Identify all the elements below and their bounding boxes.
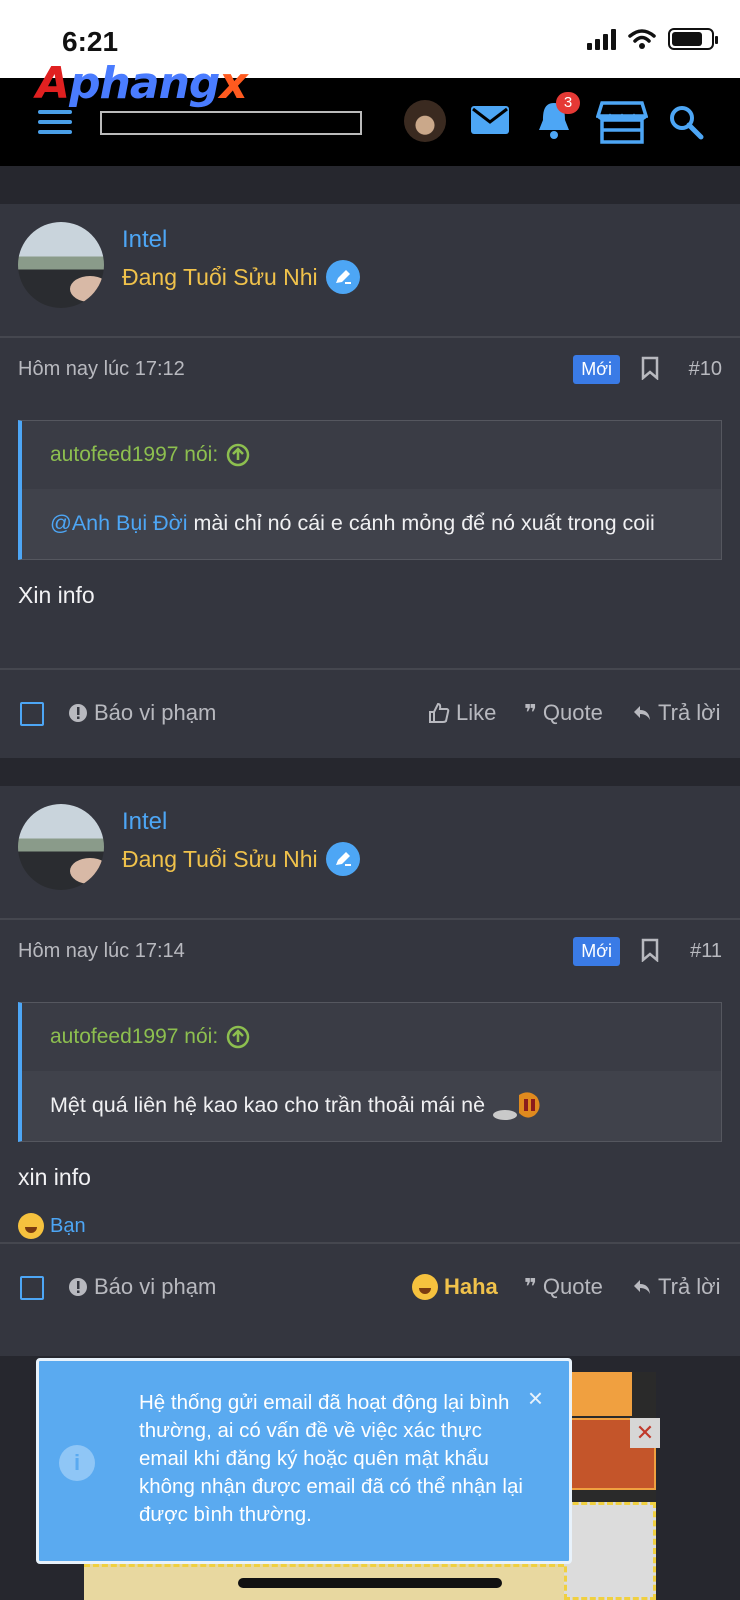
wifi-icon (628, 29, 656, 49)
reply-icon (634, 706, 650, 720)
reply-button[interactable]: Trả lời (632, 1274, 721, 1300)
quote-jump-icon[interactable] (226, 443, 250, 467)
report-label: Báo vi phạm (94, 700, 217, 725)
post-meta: Hôm nay lúc 17:14 Mới #11 (0, 920, 740, 984)
quote-header[interactable]: autofeed1997 nói: (22, 1003, 721, 1071)
haha-button[interactable]: Haha (412, 1274, 498, 1300)
thumbs-up-icon (429, 702, 450, 723)
info-icon: i (59, 1445, 95, 1481)
report-label: Báo vi phạm (94, 1274, 217, 1299)
bookmark-icon[interactable] (640, 356, 660, 380)
quote-icon: ❞ (524, 1274, 537, 1299)
quote-block: autofeed1997 nói: Mệt quá liên hệ kao ka… (18, 1002, 722, 1143)
mention-link[interactable]: @Anh Bụi Đời (50, 511, 188, 535)
search-icon[interactable] (668, 104, 704, 140)
user-title: Đang Tuổi Sửu Nhi (122, 260, 360, 294)
like-button[interactable]: Like (428, 700, 496, 726)
notification-badge: 3 (556, 92, 580, 114)
user-title: Đang Tuổi Sửu Nhi (122, 842, 360, 876)
reply-icon (634, 1280, 650, 1294)
user-avatar[interactable] (18, 804, 104, 890)
quote-text: Mệt quá liên hệ kao kao cho trần thoải m… (50, 1093, 486, 1117)
report-button[interactable]: Báo vi phạm (68, 700, 216, 726)
reply-label: Trả lời (658, 700, 721, 725)
search-input[interactable] (100, 111, 362, 135)
new-badge: Mới (573, 355, 620, 384)
post-number[interactable]: #11 (690, 940, 722, 963)
post-separator (0, 166, 740, 204)
post-header: Intel Đang Tuổi Sửu Nhi (0, 786, 740, 920)
menu-icon[interactable] (38, 110, 72, 134)
haha-emoji-icon (412, 1274, 438, 1300)
site-logo[interactable]: Aphangx (36, 58, 248, 109)
quote-author[interactable]: autofeed1997 nói: (50, 443, 218, 467)
verified-icon (325, 842, 360, 876)
quote-block: autofeed1997 nói: @Anh Bụi Đời mài chỉ n… (18, 420, 722, 560)
close-icon[interactable]: × (528, 1383, 543, 1414)
post-message: xin info (18, 1164, 91, 1191)
bookmark-icon[interactable] (640, 938, 660, 962)
select-checkbox[interactable] (20, 702, 44, 726)
reply-label: Trả lời (658, 1274, 721, 1299)
quote-author[interactable]: autofeed1997 nói: (50, 1025, 218, 1049)
post-actions: Báo vi phạm Haha ❞ Quote Trả lời (0, 1242, 740, 1330)
reply-button[interactable]: Trả lời (632, 700, 721, 726)
quote-body: @Anh Bụi Đời mài chỉ nó cái e cánh mỏng … (22, 489, 721, 559)
quote-jump-icon[interactable] (226, 1025, 250, 1049)
signal-icon (587, 28, 616, 50)
battery-icon (668, 28, 718, 50)
quote-text: mài chỉ nó cái e cánh mỏng để nó xuất tr… (187, 511, 655, 535)
like-label: Like (456, 700, 497, 725)
new-badge: Mới (573, 937, 620, 966)
username[interactable]: Intel (122, 808, 167, 836)
home-indicator (238, 1578, 502, 1588)
ad-graphic (568, 1372, 632, 1416)
store-icon[interactable] (596, 100, 648, 144)
user-title-text: Đang Tuổi Sửu Nhi (122, 845, 318, 872)
select-checkbox[interactable] (20, 1276, 44, 1300)
haha-emoji-icon (18, 1213, 44, 1240)
post-separator (0, 758, 740, 786)
status-time: 6:21 (62, 26, 119, 57)
post-header: Intel Đang Tuổi Sửu Nhi (0, 204, 740, 338)
post: Intel Đang Tuổi Sửu Nhi Hôm nay lúc 17:1… (0, 786, 740, 1356)
report-button[interactable]: Báo vi phạm (68, 1274, 216, 1300)
post-actions: Báo vi phạm Like ❞ Quote Trả lời (0, 668, 740, 756)
haha-label: Haha (444, 1274, 498, 1299)
post-message: Xin info (18, 582, 95, 608)
verified-icon (325, 260, 360, 294)
quote-button[interactable]: ❞ Quote (524, 1274, 603, 1300)
ad-image (564, 1502, 656, 1600)
quote-label: Quote (542, 700, 603, 725)
user-title-text: Đang Tuổi Sửu Nhi (122, 263, 318, 290)
username[interactable]: Intel (122, 226, 167, 254)
notice-toast: i Hệ thống gửi email đã hoạt động lại bì… (36, 1358, 572, 1564)
user-avatar[interactable] (18, 222, 104, 308)
alert-icon (69, 704, 87, 722)
post: Intel Đang Tuổi Sửu Nhi Hôm nay lúc 17:1… (0, 204, 740, 758)
ad-close-icon[interactable]: ✕ (630, 1418, 660, 1448)
user-avatar[interactable] (404, 100, 446, 142)
quote-button[interactable]: ❞ Quote (524, 700, 603, 726)
status-icons (587, 28, 718, 50)
quote-body: Mệt quá liên hệ kao kao cho trần thoải m… (22, 1071, 721, 1142)
reaction-user[interactable]: Bạn (50, 1215, 86, 1238)
quote-icon: ❞ (524, 700, 537, 725)
alert-icon (69, 1278, 87, 1296)
post-date[interactable]: Hôm nay lúc 17:14 (18, 940, 185, 963)
reaction-summary[interactable]: Bạn (0, 1191, 740, 1240)
sticker-icon (493, 1092, 540, 1121)
notice-text: Hệ thống gửi email đã hoạt động lại bình… (139, 1391, 523, 1526)
post-date[interactable]: Hôm nay lúc 17:12 (18, 358, 185, 381)
post-meta: Hôm nay lúc 17:12 Mới #10 (0, 338, 740, 402)
quote-label: Quote (542, 1274, 603, 1299)
quote-header[interactable]: autofeed1997 nói: (22, 421, 721, 489)
mail-icon[interactable] (470, 104, 510, 136)
post-number[interactable]: #10 (689, 358, 722, 381)
